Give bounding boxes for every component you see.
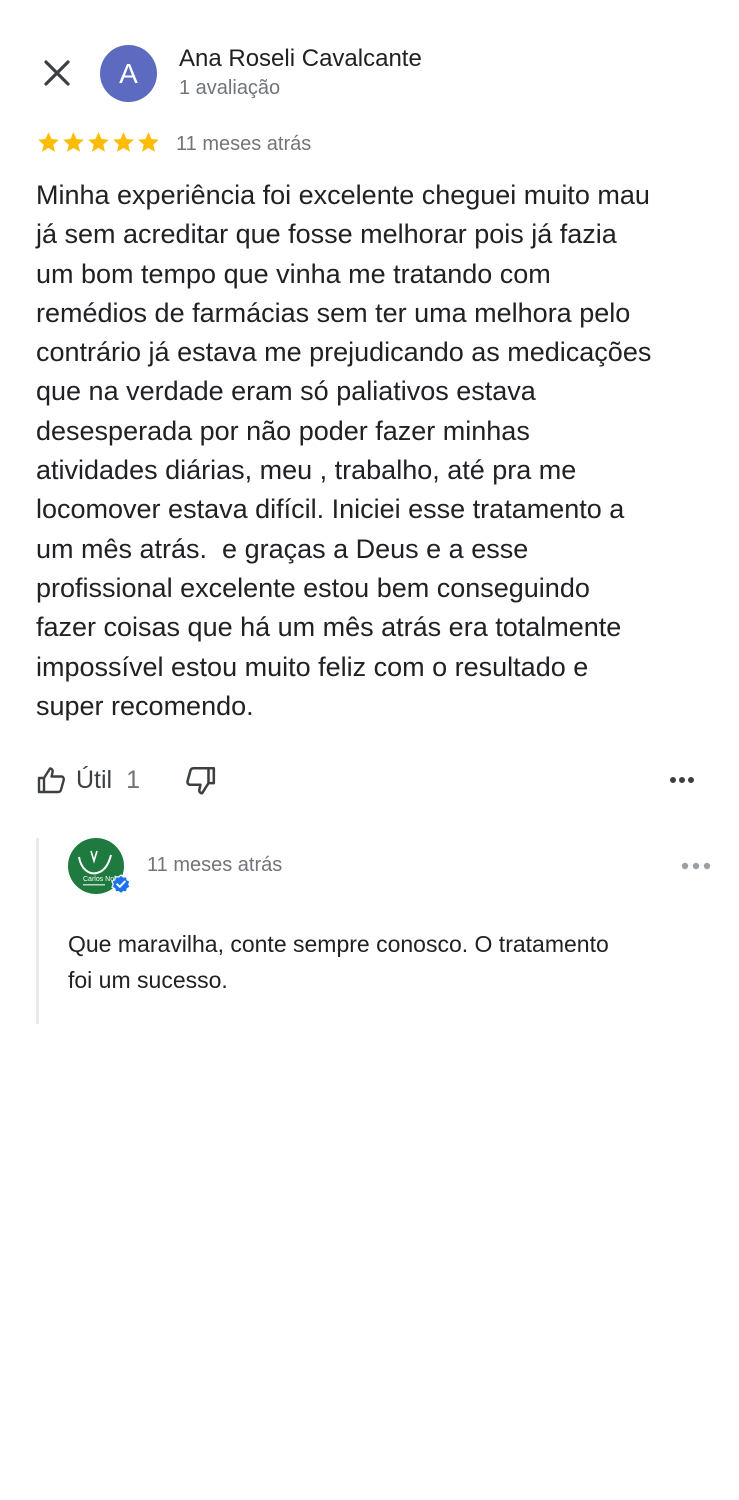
reply-time: 11 meses atrás (147, 854, 283, 876)
close-button[interactable] (38, 54, 76, 92)
author-avatar[interactable]: A (100, 45, 157, 102)
owner-avatar[interactable]: Carlos Nob (67, 837, 131, 895)
author-name[interactable]: Ana Roseli Cavalcante (179, 45, 422, 73)
thumbs-down-icon (186, 766, 216, 795)
star-icon (88, 132, 109, 152)
helpful-label: Útil (76, 765, 113, 794)
reply-indent-bar (36, 838, 39, 1024)
star-rating (36, 130, 161, 155)
more-horizontal-icon (670, 777, 694, 783)
review-more-options-button[interactable] (664, 766, 700, 794)
not-helpful-button[interactable] (183, 764, 217, 798)
more-horizontal-icon (681, 862, 711, 870)
star-icon (63, 132, 84, 152)
star-icon (113, 132, 134, 152)
review-text: Minha experiência foi excelente cheguei … (36, 180, 652, 721)
author-review-count: 1 avaliação (179, 77, 281, 99)
thumbs-up-icon (37, 767, 66, 794)
reply-text: Que maravilha, conte sempre conosco. O t… (68, 931, 609, 993)
helpful-count: 1 (126, 765, 141, 794)
verified-badge-icon (111, 874, 131, 894)
helpful-button[interactable]: Útil 1 (36, 762, 140, 798)
review-time: 11 meses atrás (176, 133, 312, 155)
star-icon (38, 132, 59, 152)
avatar-letter: A (119, 57, 138, 89)
star-icon (138, 132, 159, 152)
reply-more-options-button[interactable] (678, 852, 714, 880)
close-icon (44, 60, 70, 86)
